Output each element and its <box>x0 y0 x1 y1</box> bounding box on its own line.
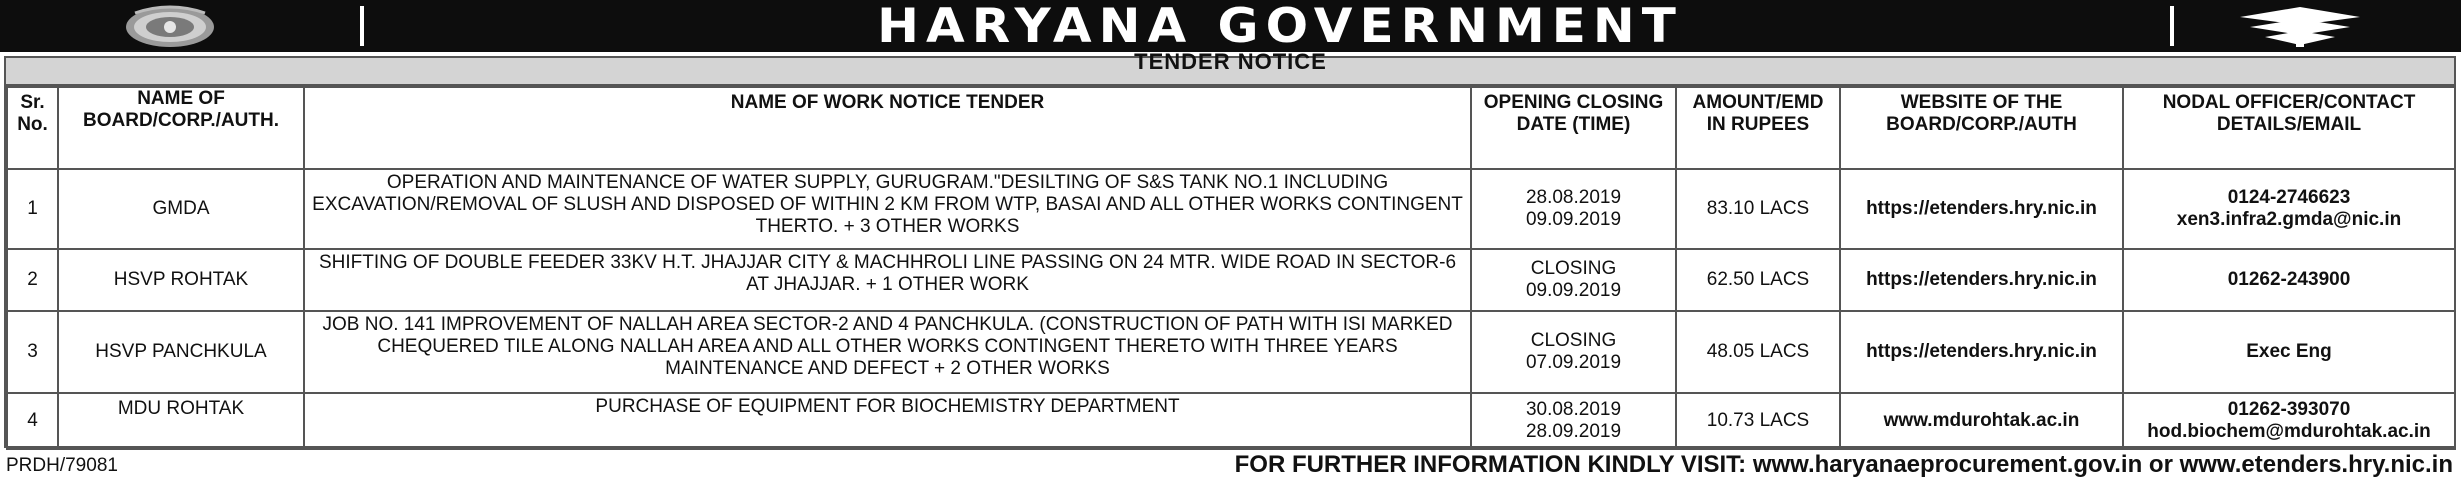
row-date-line2: 07.09.2019 <box>1525 352 1622 373</box>
state-emblem-icon <box>60 2 280 50</box>
row-contact-email[interactable]: xen3.infra2.gmda@nic.in <box>2130 209 2448 231</box>
row-date-line1: CLOSING <box>1530 330 1617 351</box>
row-amount: 48.05 LACS <box>1675 310 1841 394</box>
row-board: HSVP ROHTAK <box>57 248 305 312</box>
tender-grid: Sr. No. NAME OF BOARD/CORP./AUTH. NAME O… <box>4 56 2456 450</box>
row-work: OPERATION AND MAINTENANCE OF WATER SUPPL… <box>303 168 1472 250</box>
row-sr: 3 <box>6 310 59 394</box>
table-row: 4 MDU ROHTAK PURCHASE OF EQUIPMENT FOR B… <box>6 392 2456 450</box>
col-header-contact: NODAL OFFICER/CONTACT DETAILS/EMAIL <box>2122 86 2456 170</box>
row-contact: 01262-243900 <box>2122 248 2456 312</box>
prdh-logo-icon <box>2200 2 2400 50</box>
row-sr: 4 <box>6 392 59 450</box>
row-contact-phone: 01262-243900 <box>2227 269 2351 290</box>
table-row: 3 HSVP PANCHKULA JOB NO. 141 IMPROVEMENT… <box>6 310 2456 394</box>
notice-title: TENDER NOTICE <box>1134 49 1327 74</box>
row-date-line1: 28.08.2019 <box>1525 187 1622 208</box>
row-website[interactable]: https://etenders.hry.nic.in <box>1839 248 2124 312</box>
footer-info: FOR FURTHER INFORMATION KINDLY VISIT: ww… <box>1234 451 2453 478</box>
row-contact-email[interactable]: hod.biochem@mdurohtak.ac.in <box>2130 421 2448 443</box>
banner-divider-right <box>2170 6 2174 46</box>
table-row: 2 HSVP ROHTAK SHIFTING OF DOUBLE FEEDER … <box>6 248 2456 312</box>
row-board: MDU ROHTAK <box>57 392 305 450</box>
row-contact-phone: 01262-393070 <box>2227 399 2351 420</box>
table-header-row: Sr. No. NAME OF BOARD/CORP./AUTH. NAME O… <box>6 86 2456 170</box>
col-header-work: NAME OF WORK NOTICE TENDER <box>303 86 1472 170</box>
row-contact: 01262-393070 hod.biochem@mdurohtak.ac.in <box>2122 392 2456 450</box>
row-amount: 10.73 LACS <box>1675 392 1841 450</box>
row-dates: CLOSING 07.09.2019 <box>1470 310 1677 394</box>
row-date-line1: 30.08.2019 <box>1525 399 1622 420</box>
row-sr: 1 <box>6 168 59 250</box>
header-banner: HARYANA GOVERNMENT <box>0 0 2461 54</box>
row-website[interactable]: https://etenders.hry.nic.in <box>1839 310 2124 394</box>
col-header-sr: Sr. No. <box>6 86 59 170</box>
row-amount: 83.10 LACS <box>1675 168 1841 250</box>
col-header-amount: AMOUNT/EMD IN RUPEES <box>1675 86 1841 170</box>
row-board: HSVP PANCHKULA <box>57 310 305 394</box>
row-date-line1: CLOSING <box>1530 258 1617 279</box>
row-dates: CLOSING 09.09.2019 <box>1470 248 1677 312</box>
col-header-board: NAME OF BOARD/CORP./AUTH. <box>57 86 305 170</box>
table-row: 1 GMDA OPERATION AND MAINTENANCE OF WATE… <box>6 168 2456 250</box>
row-work: PURCHASE OF EQUIPMENT FOR BIOCHEMISTRY D… <box>303 392 1472 450</box>
row-date-line2: 09.09.2019 <box>1525 209 1622 230</box>
row-board: GMDA <box>57 168 305 250</box>
col-header-dates: OPENING CLOSING DATE (TIME) <box>1470 86 1677 170</box>
col-header-website: WEBSITE OF THE BOARD/CORP./AUTH <box>1839 86 2124 170</box>
row-amount: 62.50 LACS <box>1675 248 1841 312</box>
row-website[interactable]: www.mdurohtak.ac.in <box>1839 392 2124 450</box>
banner-divider-left <box>360 6 364 46</box>
banner-title: HARYANA GOVERNMENT <box>877 0 1683 54</box>
row-contact-name: Exec Eng <box>2246 341 2332 362</box>
row-work: JOB NO. 141 IMPROVEMENT OF NALLAH AREA S… <box>303 310 1472 394</box>
row-dates: 28.08.2019 09.09.2019 <box>1470 168 1677 250</box>
row-dates: 30.08.2019 28.09.2019 <box>1470 392 1677 450</box>
row-date-line2: 28.09.2019 <box>1525 421 1622 442</box>
row-date-line2: 09.09.2019 <box>1525 280 1622 301</box>
row-contact: 0124-2746623 xen3.infra2.gmda@nic.in <box>2122 168 2456 250</box>
row-contact-phone: 0124-2746623 <box>2227 187 2351 208</box>
row-website[interactable]: https://etenders.hry.nic.in <box>1839 168 2124 250</box>
row-contact: Exec Eng <box>2122 310 2456 394</box>
tender-table: Sr. No. NAME OF BOARD/CORP./AUTH. NAME O… <box>6 86 2456 450</box>
footer-reference: PRDH/79081 <box>6 455 118 476</box>
row-sr: 2 <box>6 248 59 312</box>
row-work: SHIFTING OF DOUBLE FEEDER 33KV H.T. JHAJ… <box>303 248 1472 312</box>
